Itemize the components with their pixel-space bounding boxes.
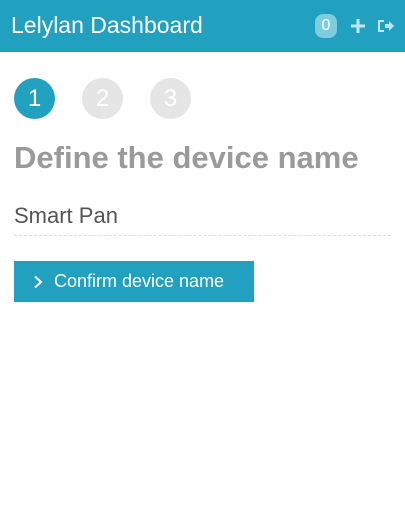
chevron-right-icon [34,275,43,288]
notification-badge[interactable]: 0 [315,14,337,38]
add-button[interactable] [349,14,367,38]
device-name-input[interactable] [14,196,391,236]
app: Lelylan Dashboard 0 1 2 3 Define the dev… [0,0,405,523]
sign-out-icon [378,20,394,32]
plus-icon [351,19,365,33]
top-bar: Lelylan Dashboard 0 [0,0,405,52]
step-3-indicator[interactable]: 3 [150,78,191,119]
step-2-indicator[interactable]: 2 [82,78,123,119]
page-title: Define the device name [14,140,359,175]
step-1-indicator[interactable]: 1 [14,78,55,119]
confirm-button-label: Confirm device name [54,271,225,291]
logout-button[interactable] [377,16,395,36]
confirm-device-name-button[interactable]: Confirm device name [14,261,254,302]
app-title: Lelylan Dashboard [11,12,203,38]
